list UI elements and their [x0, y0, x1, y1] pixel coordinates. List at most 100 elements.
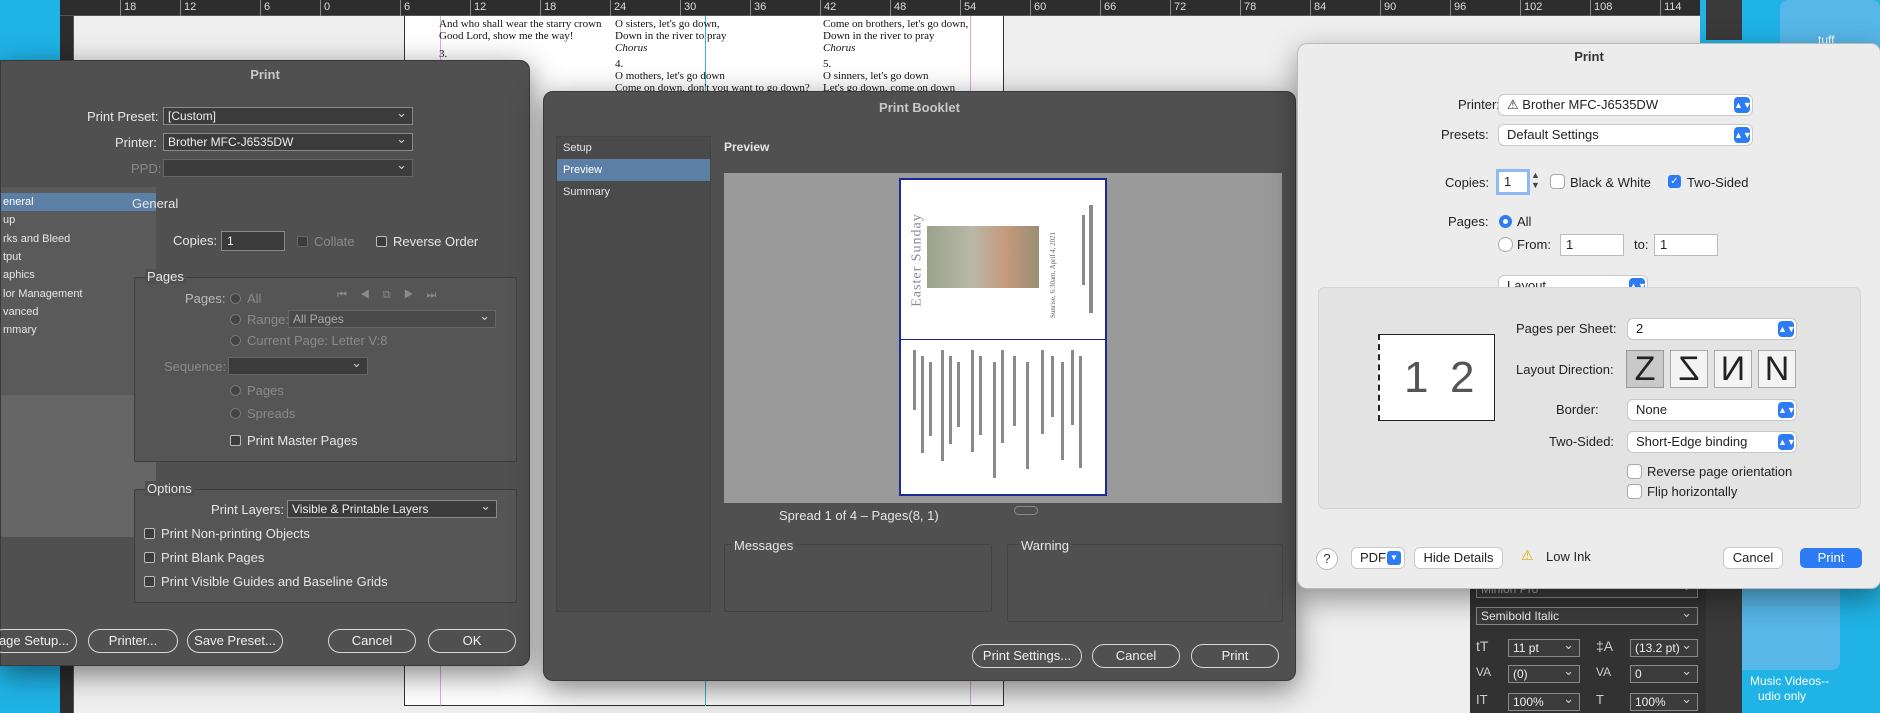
range-label: Range: [247, 312, 289, 327]
sidebar-item[interactable]: lor Management [1, 285, 156, 303]
layout-two-sided-select[interactable]: Short-Edge binding ▲▼ [1628, 432, 1796, 452]
preset-label: Print Preset: [87, 109, 159, 124]
save-preset-button[interactable]: Save Preset... [187, 629, 283, 653]
pdf-menu[interactable]: PDF ▼ [1352, 548, 1404, 568]
range-radio[interactable] [230, 314, 241, 325]
flip-label: Flip horizontally [1647, 484, 1738, 499]
two-sided-label: Two-Sided [1687, 175, 1749, 190]
sidebar-item[interactable]: up [1, 211, 156, 229]
from-input[interactable]: 1 [1561, 235, 1623, 255]
all-radio[interactable] [230, 293, 241, 304]
copies-stepper[interactable]: ▲ ▼ [1531, 170, 1540, 190]
tracking-input[interactable]: 0 [1630, 663, 1698, 683]
thumbnail-text-line [1079, 356, 1082, 468]
all-pages-label: All [1517, 214, 1532, 229]
nonprinting-checkbox[interactable] [144, 528, 155, 539]
booklet-title: Print Booklet [879, 100, 960, 115]
thumbnail-text-line [941, 350, 944, 461]
range-select[interactable]: All Pages [288, 308, 496, 328]
bw-label: Black & White [1570, 175, 1651, 190]
current-page-radio[interactable] [230, 335, 241, 346]
cover-photo [927, 226, 1039, 288]
booklet-print-button[interactable]: Print [1191, 644, 1279, 668]
nav-summary[interactable]: Summary [557, 181, 710, 203]
to-input[interactable]: 1 [1655, 235, 1717, 255]
cancel-button[interactable]: Cancel [328, 629, 416, 653]
messages-label: Messages [732, 538, 796, 553]
kerning-input[interactable]: (0) [1508, 663, 1580, 683]
layers-select[interactable]: Visible & Printable Layers [287, 498, 497, 518]
collate-checkbox[interactable] [297, 236, 308, 247]
sidebar-item[interactable]: rks and Bleed [1, 230, 156, 248]
leading-input[interactable]: (13.2 pt) [1630, 637, 1698, 657]
page-setup-button[interactable]: age Setup... [0, 629, 77, 653]
printer-select[interactable]: Brother MFC-J6535DW [163, 131, 413, 151]
all-pages-radio[interactable] [1499, 215, 1512, 228]
nav-setup[interactable]: Setup [557, 137, 710, 159]
reverse-order-checkbox[interactable] [376, 236, 387, 247]
ruler-tick: 6 [400, 0, 410, 16]
mac-title: Print [1574, 49, 1604, 64]
pps-select[interactable]: 2 ▲▼ [1628, 319, 1796, 339]
reverse-orientation-checkbox[interactable] [1628, 465, 1641, 478]
guides-checkbox[interactable] [144, 576, 155, 587]
pages-title: Pages [145, 269, 186, 284]
mac-presets-select[interactable]: Default Settings ▲▼ [1499, 125, 1752, 145]
font-size-input[interactable]: 11 pt [1508, 637, 1580, 657]
pages-radio[interactable] [230, 385, 241, 396]
print-settings-button[interactable]: Print Settings... [972, 644, 1082, 668]
preview-page-1: 1 [1404, 353, 1429, 402]
blank-pages-checkbox[interactable] [144, 552, 155, 563]
layout-two-sided-label: Two-Sided: [1549, 434, 1615, 449]
ok-button[interactable]: OK [428, 629, 516, 653]
song-column-2: O sisters, let's go down, Down in the riv… [615, 18, 810, 94]
sidebar-item[interactable]: vanced [1, 303, 156, 321]
mac-cancel-button[interactable]: Cancel [1724, 548, 1782, 568]
sidebar-item[interactable]: aphics [1, 266, 156, 284]
font-style-select[interactable]: Semibold Italic [1476, 605, 1698, 625]
thumbnail-text-line [929, 362, 932, 436]
thumbnail-text-line [921, 356, 924, 453]
booklet-cancel-button[interactable]: Cancel [1092, 644, 1180, 668]
spread-label: Spread 1 of 4 – Pages(8, 1) [779, 508, 939, 523]
reverse-order-label: Reverse Order [393, 234, 479, 249]
mac-copies-input[interactable]: 1 [1499, 172, 1527, 192]
sidebar-item[interactable]: tput [1, 248, 156, 266]
direction-z-icon[interactable]: Z [1626, 350, 1664, 388]
ruler-tick: 0 [320, 0, 330, 16]
preview-scrollbar[interactable] [1014, 506, 1038, 515]
thumbnail-text-line [1001, 350, 1004, 443]
hscale-input[interactable]: 100% [1630, 691, 1698, 711]
two-sided-checkbox[interactable]: ✓ [1668, 175, 1681, 188]
direction-n-icon[interactable]: И [1714, 350, 1752, 388]
flip-checkbox[interactable] [1628, 485, 1641, 498]
hscale-icon: T [1596, 692, 1604, 707]
direction-n2-icon[interactable]: N [1758, 350, 1796, 388]
section-title: General [132, 196, 179, 211]
preset-select[interactable]: [Custom] [163, 105, 413, 125]
hide-details-button[interactable]: Hide Details [1415, 548, 1502, 568]
ruler-tick: 48 [890, 0, 906, 16]
mac-printer-label: Printer: [1458, 97, 1500, 112]
ruler-tick: 66 [1100, 0, 1116, 16]
direction-s-icon[interactable]: Z [1670, 350, 1708, 388]
copies-input[interactable]: 1 [221, 231, 285, 251]
from-radio[interactable] [1499, 238, 1512, 251]
thumbnail-text-line [1013, 356, 1016, 426]
help-button[interactable]: ? [1317, 549, 1337, 569]
master-pages-checkbox[interactable] [230, 435, 241, 446]
bw-checkbox[interactable] [1551, 175, 1564, 188]
preview-page-2: 2 [1450, 353, 1475, 402]
sidebar-item[interactable]: mmary [1, 321, 156, 339]
mac-print-button[interactable]: Print [1800, 548, 1862, 568]
sequence-select[interactable] [228, 355, 368, 375]
vscale-input[interactable]: 100% [1508, 691, 1580, 711]
border-select[interactable]: None ▲▼ [1628, 400, 1796, 420]
spreads-radio[interactable] [230, 408, 241, 419]
mac-pages-label: Pages: [1448, 214, 1489, 229]
nav-preview[interactable]: Preview [557, 159, 710, 181]
ppd-select[interactable] [163, 157, 413, 177]
mac-printer-select[interactable]: ⚠ Brother MFC-J6535DW ▲▼ [1499, 95, 1752, 115]
kerning-icon: VA [1476, 665, 1492, 679]
printer-button[interactable]: Printer... [88, 629, 178, 653]
